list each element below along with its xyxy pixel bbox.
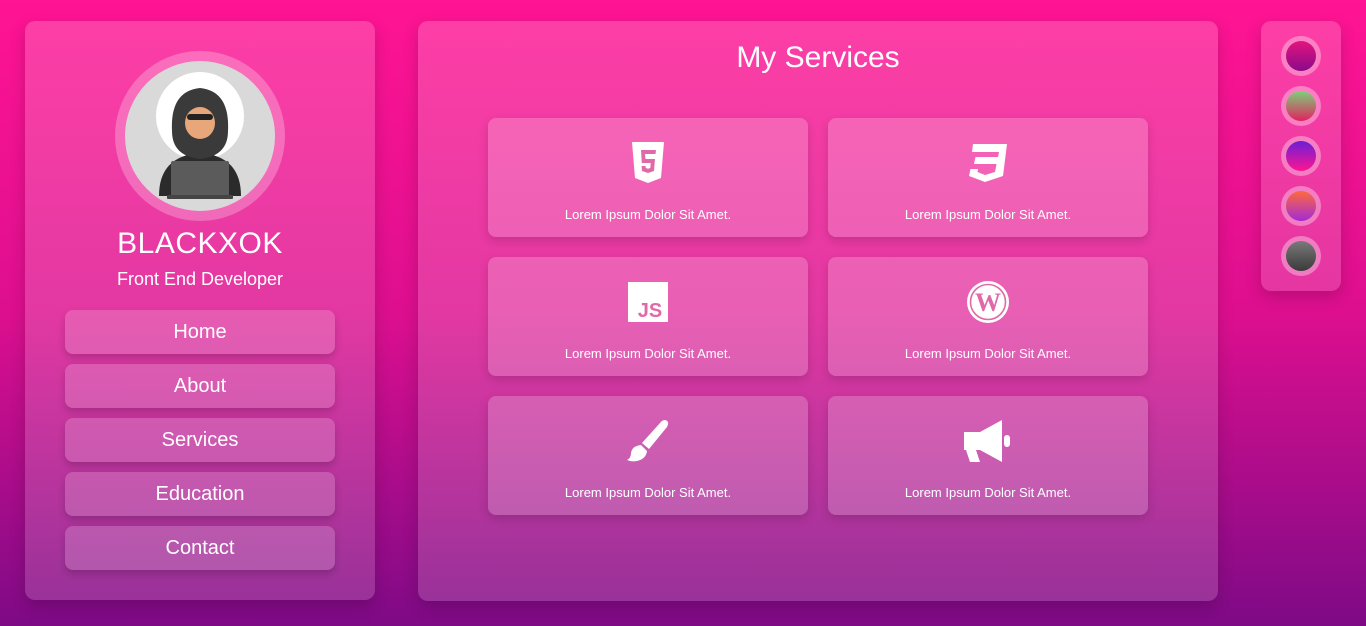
service-card-javascript[interactable]: JS Lorem Ipsum Dolor Sit Amet. [488,257,808,376]
nav-home-button[interactable]: Home [65,310,335,354]
nav-services-button[interactable]: Services [65,418,335,462]
nav-education-button[interactable]: Education [65,472,335,516]
swatch-color [1286,241,1316,271]
megaphone-icon [828,418,1148,464]
service-card-text: Lorem Ipsum Dolor Sit Amet. [564,207,732,222]
paint-brush-icon [488,418,808,464]
svg-text:W: W [975,288,1001,317]
hacker-avatar-icon [156,72,244,199]
theme-swatch-pink-purple[interactable] [1281,136,1321,176]
theme-swatch-orange-violet[interactable] [1281,186,1321,226]
services-title: My Services [736,41,900,74]
main-nav: Home About Services Education Contact [65,310,335,580]
service-card-wordpress[interactable]: W Lorem Ipsum Dolor Sit Amet. [828,257,1148,376]
service-card-design[interactable]: Lorem Ipsum Dolor Sit Amet. [488,396,808,515]
theme-switcher [1261,21,1341,291]
service-card-text: Lorem Ipsum Dolor Sit Amet. [904,346,1072,361]
swatch-color [1286,91,1316,121]
service-card-text: Lorem Ipsum Dolor Sit Amet. [564,485,732,500]
theme-swatch-gray[interactable] [1281,236,1321,276]
service-card-text: Lorem Ipsum Dolor Sit Amet. [904,207,1072,222]
nav-about-button[interactable]: About [65,364,335,408]
avatar-ring [115,51,285,221]
theme-swatch-green-red[interactable] [1281,86,1321,126]
avatar [125,61,275,211]
profile-card: BLACKXOK Front End Developer Home About … [25,21,375,600]
service-card-text: Lorem Ipsum Dolor Sit Amet. [904,485,1072,500]
wordpress-icon: W [828,279,1148,325]
service-card-text: Lorem Ipsum Dolor Sit Amet. [564,346,732,361]
html5-icon [488,140,808,186]
service-card-marketing[interactable]: Lorem Ipsum Dolor Sit Amet. [828,396,1148,515]
swatch-color [1286,41,1316,71]
swatch-color [1286,141,1316,171]
theme-swatch-magenta[interactable] [1281,36,1321,76]
swatch-color [1286,191,1316,221]
javascript-icon: JS [488,279,808,325]
service-card-html[interactable]: Lorem Ipsum Dolor Sit Amet. [488,118,808,237]
service-card-css[interactable]: Lorem Ipsum Dolor Sit Amet. [828,118,1148,237]
css3-icon [828,140,1148,186]
services-panel: My Services Lorem Ipsum Dolor Sit Amet. … [418,21,1218,601]
svg-text:JS: JS [638,300,662,322]
nav-contact-button[interactable]: Contact [65,526,335,570]
profile-name: BLACKXOK [117,227,283,260]
profile-role: Front End Developer [116,269,284,289]
